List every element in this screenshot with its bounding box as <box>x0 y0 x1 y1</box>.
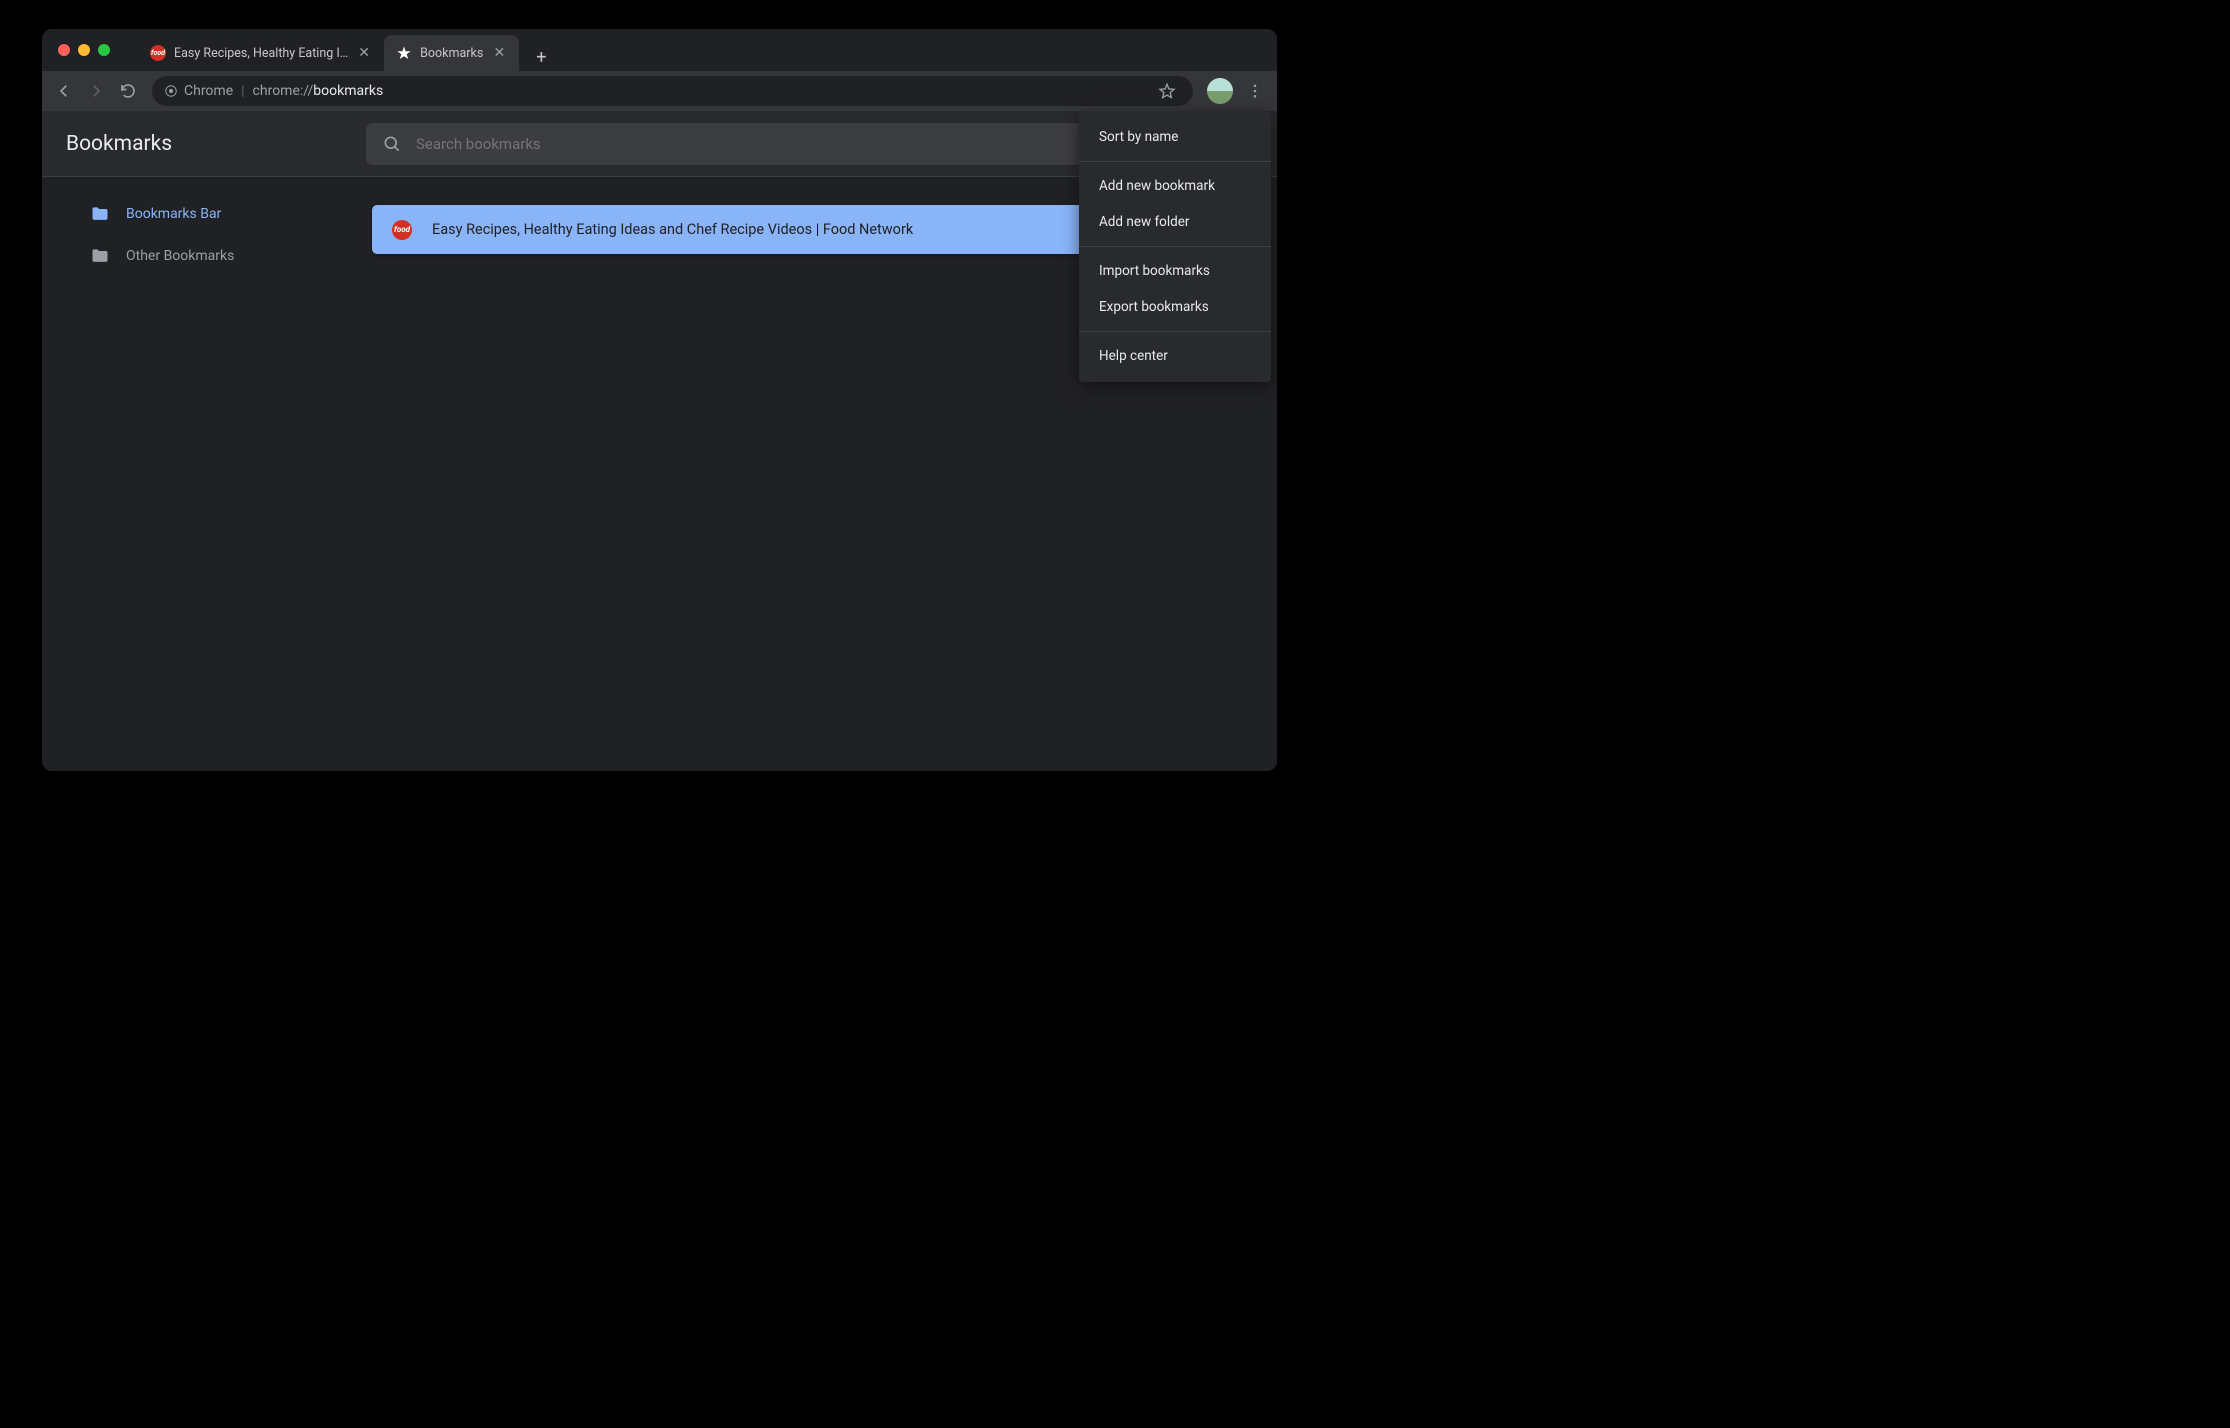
chip-label: Chrome <box>184 83 233 99</box>
bookmark-star-button[interactable] <box>1153 77 1181 105</box>
sidebar-item-bookmarks-bar[interactable]: Bookmarks Bar <box>42 193 372 235</box>
site-chip: Chrome <box>164 83 233 99</box>
address-url: chrome://bookmarks <box>253 83 384 99</box>
folder-icon <box>90 204 110 224</box>
forward-button[interactable] <box>82 77 110 105</box>
bookmark-title: Easy Recipes, Healthy Eating Ideas and C… <box>432 221 913 238</box>
menu-export-bookmarks[interactable]: Export bookmarks <box>1079 289 1271 325</box>
maximize-window-button[interactable] <box>98 44 110 56</box>
tab-1[interactable]: food Easy Recipes, Healthy Eating I… ✕ <box>138 35 384 71</box>
favicon-food-icon: food <box>392 220 412 240</box>
address-bar[interactable]: Chrome | chrome://bookmarks <box>152 76 1193 106</box>
menu-help-center[interactable]: Help center <box>1079 338 1271 374</box>
menu-import-bookmarks[interactable]: Import bookmarks <box>1079 253 1271 289</box>
tab-title: Bookmarks <box>420 46 483 61</box>
search-input[interactable] <box>416 135 1070 153</box>
profile-avatar[interactable] <box>1207 78 1233 104</box>
sidebar-item-label: Bookmarks Bar <box>126 206 221 222</box>
search-icon <box>382 134 402 154</box>
sidebar-item-other-bookmarks[interactable]: Other Bookmarks <box>42 235 372 277</box>
toolbar: Chrome | chrome://bookmarks <box>42 71 1277 111</box>
menu-add-bookmark[interactable]: Add new bookmark <box>1079 168 1271 204</box>
menu-separator <box>1079 331 1271 332</box>
content: Bookmarks Bookmarks Bar Other Bookmarks <box>42 111 1277 771</box>
new-tab-button[interactable]: + <box>527 43 555 71</box>
search-bookmarks[interactable] <box>366 123 1086 165</box>
tab-2[interactable]: Bookmarks ✕ <box>384 35 519 71</box>
page-title: Bookmarks <box>66 132 366 156</box>
reload-button[interactable] <box>114 77 142 105</box>
minimize-window-button[interactable] <box>78 44 90 56</box>
menu-separator <box>1079 161 1271 162</box>
folder-icon <box>90 246 110 266</box>
close-tab-button[interactable]: ✕ <box>491 45 507 61</box>
bookmarks-organize-menu: Sort by name Add new bookmark Add new fo… <box>1079 111 1271 382</box>
favicon-star-icon <box>396 45 412 61</box>
chrome-menu-button[interactable] <box>1241 77 1269 105</box>
sidebar-item-label: Other Bookmarks <box>126 248 234 264</box>
window-controls <box>50 44 118 56</box>
close-window-button[interactable] <box>58 44 70 56</box>
tab-title: Easy Recipes, Healthy Eating I… <box>174 46 348 61</box>
tab-bar: food Easy Recipes, Healthy Eating I… ✕ B… <box>42 29 1277 71</box>
menu-separator <box>1079 246 1271 247</box>
favicon-food-icon: food <box>150 45 166 61</box>
sidebar: Bookmarks Bar Other Bookmarks <box>42 177 372 771</box>
menu-sort-by-name[interactable]: Sort by name <box>1079 119 1271 155</box>
menu-add-folder[interactable]: Add new folder <box>1079 204 1271 240</box>
address-divider: | <box>241 83 244 99</box>
close-tab-button[interactable]: ✕ <box>356 45 372 61</box>
browser-window: food Easy Recipes, Healthy Eating I… ✕ B… <box>42 29 1277 771</box>
tabs: food Easy Recipes, Healthy Eating I… ✕ B… <box>138 29 555 71</box>
back-button[interactable] <box>50 77 78 105</box>
